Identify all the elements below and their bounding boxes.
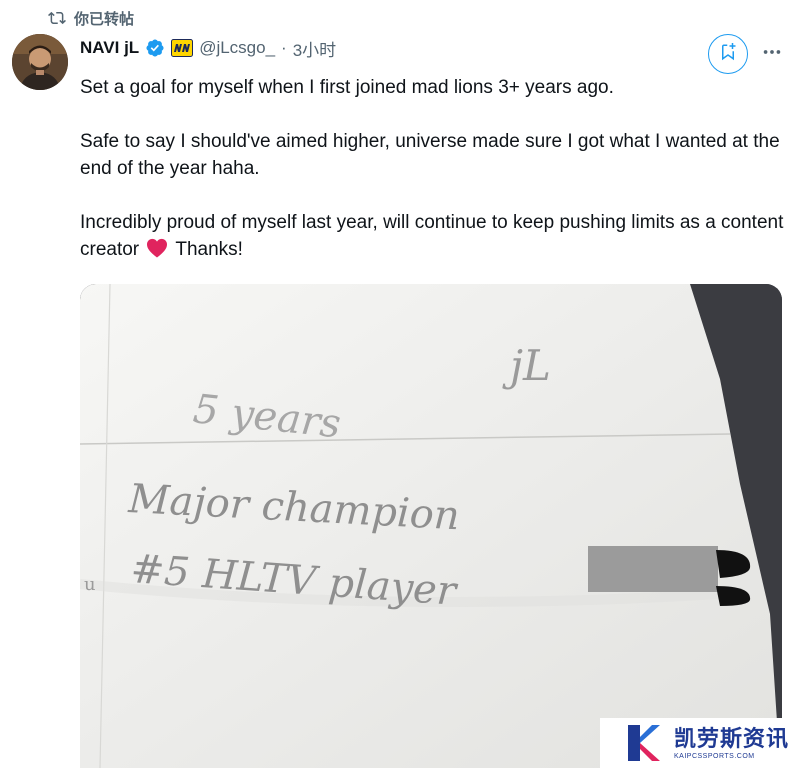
navi-team-badge-icon[interactable] [171, 39, 194, 57]
tweet-text: Set a goal for myself when I first joine… [80, 74, 792, 266]
bookmark-icon [719, 42, 737, 66]
tweet-media-photo[interactable]: jL 5 years Major champion #5 HLTV player… [80, 284, 782, 768]
watermark-sub: KAIPCSSPORTS.COM [674, 752, 755, 760]
repost-label: 你已转帖 [74, 10, 135, 28]
avatar[interactable] [12, 34, 68, 90]
separator-dot: · [281, 38, 287, 57]
bookmark-button[interactable] [708, 34, 748, 74]
watermark-text: 凯劳斯资讯 KAIPCSSPORTS.COM [674, 726, 789, 761]
tweet-paragraph-3: Incredibly proud of myself last year, wi… [80, 209, 792, 266]
heart-emoji-icon [146, 238, 168, 266]
author-handle[interactable]: @jLcsgo_ [199, 38, 275, 58]
more-options-button[interactable] [758, 40, 786, 68]
site-watermark: 凯劳斯资讯 KAIPCSSPORTS.COM [600, 718, 800, 768]
watermark-logo-icon [622, 721, 666, 765]
handwriting-signature: jL [502, 341, 551, 390]
tweet-paragraph-1: Set a goal for myself when I first joine… [80, 77, 614, 98]
verified-badge-icon[interactable] [145, 38, 165, 58]
watermark-main: 凯劳斯资讯 [674, 725, 790, 751]
svg-text:u: u [84, 574, 96, 595]
tweet-paragraph-2: Safe to say I should've aimed higher, un… [80, 131, 780, 179]
repost-indicator: 你已转帖 [48, 6, 134, 30]
tweet-paragraph-3-end: Thanks! [175, 239, 243, 260]
more-options-icon [761, 41, 783, 68]
post-time[interactable]: 3小时 [293, 36, 336, 61]
tweet-header: NAVI jL @jLcsgo_ · 3小时 [80, 34, 336, 62]
repost-icon [48, 9, 66, 27]
display-name[interactable]: NAVI jL [80, 38, 139, 58]
